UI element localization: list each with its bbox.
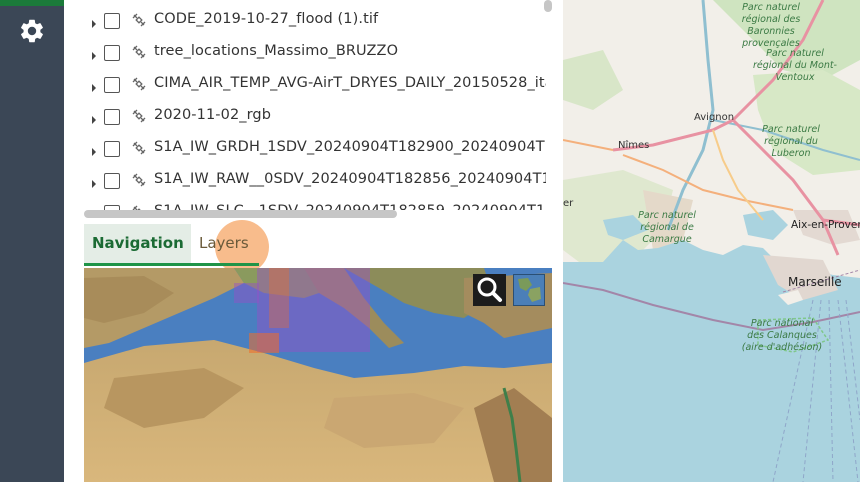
satellite-icon: [131, 76, 147, 92]
satellite-icon: [131, 12, 147, 28]
tab-navigation[interactable]: Navigation: [84, 224, 191, 264]
map-label-ventoux-park: Parc naturel régional du Mont-Ventoux: [753, 48, 837, 83]
main-map[interactable]: Parc naturel régional des Baronnies prov…: [563, 0, 860, 482]
satellite-icon: [131, 140, 147, 156]
chevron-right-icon[interactable]: [90, 47, 98, 60]
layer-name: tree_locations_Massimo_BRUZZO: [154, 43, 399, 59]
layer-row[interactable]: 2020-11-02_rgb: [64, 101, 546, 133]
map-label-edge: er: [563, 198, 574, 209]
tab-layers-label: Layers: [199, 234, 249, 252]
map-label-luberon-park: Parc naturel régional du Luberon: [762, 124, 820, 159]
layer-row[interactable]: CODE_2019-10-27_flood (1).tif: [64, 5, 546, 37]
chevron-right-icon[interactable]: [90, 143, 98, 156]
layer-list[interactable]: CODE_2019-10-27_flood (1).tif tree_locat…: [64, 0, 546, 212]
layer-checkbox[interactable]: [104, 109, 120, 125]
basemap-toggle-button[interactable]: [513, 274, 545, 306]
map-label-aix: Aix-en-Provence: [791, 219, 860, 231]
chevron-right-icon[interactable]: [90, 175, 98, 188]
layer-row[interactable]: S1A_IW_GRDH_1SDV_20240904T182900_2024090…: [64, 133, 546, 165]
layer-checkbox[interactable]: [104, 141, 120, 157]
layer-name: 2020-11-02_rgb: [154, 107, 272, 123]
left-rail: [0, 0, 64, 482]
satellite-icon: [131, 172, 147, 188]
layer-name: CODE_2019-10-27_flood (1).tif: [154, 11, 379, 27]
layer-checkbox[interactable]: [104, 45, 120, 61]
layers-panel: CODE_2019-10-27_flood (1).tif tree_locat…: [64, 0, 563, 482]
map-label-avignon: Avignon: [694, 112, 735, 123]
rail-accent-bar: [0, 0, 64, 6]
zoom-button[interactable]: [473, 274, 506, 306]
layer-row[interactable]: tree_locations_Massimo_BRUZZO: [64, 37, 546, 69]
chevron-right-icon[interactable]: [90, 15, 98, 28]
layer-row[interactable]: S1A_IW_RAW__0SDV_20240904T182856_2024090…: [64, 165, 546, 197]
layer-name: S1A_IW_GRDH_1SDV_20240904T182900_2024090…: [154, 139, 546, 155]
tab-navigation-label: Navigation: [92, 234, 184, 252]
tab-active-indicator: [84, 263, 259, 266]
vertical-scrollbar[interactable]: [544, 0, 552, 12]
layer-row[interactable]: CIMA_AIR_TEMP_AVG-AirT_DRYES_DAILY_20150…: [64, 69, 546, 101]
map-label-nimes: Nîmes: [618, 140, 650, 151]
layer-name: CIMA_AIR_TEMP_AVG-AirT_DRYES_DAILY_20150…: [154, 75, 546, 91]
chevron-right-icon[interactable]: [90, 111, 98, 124]
gear-icon[interactable]: [18, 17, 46, 45]
overview-map[interactable]: [84, 268, 552, 482]
satellite-icon: [131, 108, 147, 124]
layer-checkbox[interactable]: [104, 77, 120, 93]
search-icon: [477, 277, 502, 302]
panel-tabs: Navigation Layers: [84, 220, 552, 274]
map-label-baronnies-park: Parc naturel régional des Baronnies prov…: [741, 2, 801, 49]
horizontal-scrollbar-thumb[interactable]: [84, 210, 397, 218]
layer-name: S1A_IW_RAW__0SDV_20240904T182856_2024090…: [154, 171, 546, 187]
satellite-icon: [131, 44, 147, 60]
map-label-camargue-park: Parc naturel régional de Camargue: [638, 210, 696, 245]
map-label-marseille: Marseille: [788, 275, 842, 289]
chevron-right-icon[interactable]: [90, 79, 98, 92]
map-label-calanques-park: Parc national des Calanques (aire d'adhé…: [741, 318, 823, 353]
basemap-thumbnail-icon: [514, 275, 544, 305]
layer-checkbox[interactable]: [104, 173, 120, 189]
layer-checkbox[interactable]: [104, 13, 120, 29]
